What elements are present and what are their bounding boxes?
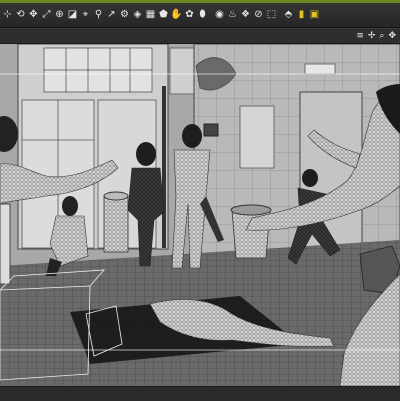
render-settings-icon[interactable]: ⬚ (266, 8, 277, 23)
surface-selection-icon[interactable]: ◪ (67, 8, 78, 23)
lamp-post (162, 86, 166, 248)
wall-sign (203, 123, 219, 137)
light-icon[interactable]: ✿ (184, 8, 195, 23)
status-bar (0, 386, 400, 401)
translate-icon[interactable]: ✥ (28, 8, 39, 23)
universal-icon[interactable]: ⊕ (54, 8, 65, 23)
wall-lamp (304, 63, 336, 75)
viewport-menu-icon[interactable]: ≡ (356, 31, 364, 41)
upper-windows (43, 47, 153, 93)
node-selection-icon[interactable]: ⊹ (2, 8, 13, 23)
pose-icon[interactable]: ↗ (106, 8, 117, 23)
geometry-editor-icon[interactable]: ◈ (132, 8, 143, 23)
wireframe-scene (0, 44, 400, 386)
morph-icon[interactable]: ⬟ (158, 8, 169, 23)
pan-icon[interactable]: ✥ (388, 31, 396, 41)
render-icon[interactable]: ❖ (240, 8, 251, 23)
lock-icon[interactable]: ▮ (296, 8, 307, 23)
joint-editor-icon[interactable]: ⚙ (119, 8, 130, 23)
viewport-controls: ≡ ✢ ⌕ ✥ (352, 29, 396, 43)
sphere-primitive-icon[interactable]: ◉ (214, 8, 225, 23)
gizmo-icon[interactable]: ⊘ (253, 8, 264, 23)
camera-icon[interactable]: ⬮ (197, 8, 208, 23)
camera-lock-icon[interactable]: ▣ (309, 8, 320, 23)
active-pose-icon[interactable]: ⚲ (93, 8, 104, 23)
vent-duct (169, 47, 195, 95)
wall-window (239, 105, 275, 169)
save-icon[interactable]: ⬘ (283, 8, 294, 23)
main-toolbar: ⊹ ⟲ ✥ ⤢ ⊕ ◪ ⌖ ⚲ ↗ ⚙ ◈ ▦ ⬟ ✋ ✿ ⬮ ◉ ♨ ❖ ⊘ ⬚ ⬘ ▮ ▣ (0, 3, 400, 28)
metal-barrel (103, 191, 129, 253)
trash-can (230, 204, 272, 259)
weight-map-icon[interactable]: ▦ (145, 8, 156, 23)
region-navigator-icon[interactable]: ⌖ (80, 8, 91, 23)
scale-icon[interactable]: ⤢ (41, 8, 52, 23)
orbit-icon[interactable]: ✢ (368, 31, 376, 41)
zoom-icon[interactable]: ⌕ (379, 31, 384, 41)
scene-icon[interactable]: ♨ (227, 8, 238, 23)
viewport-header: ≡ ✢ ⌕ ✥ (0, 29, 400, 44)
spot-render-icon[interactable]: ✋ (170, 8, 182, 23)
3d-viewport[interactable] (0, 44, 400, 386)
rotate-icon[interactable]: ⟲ (15, 8, 26, 23)
